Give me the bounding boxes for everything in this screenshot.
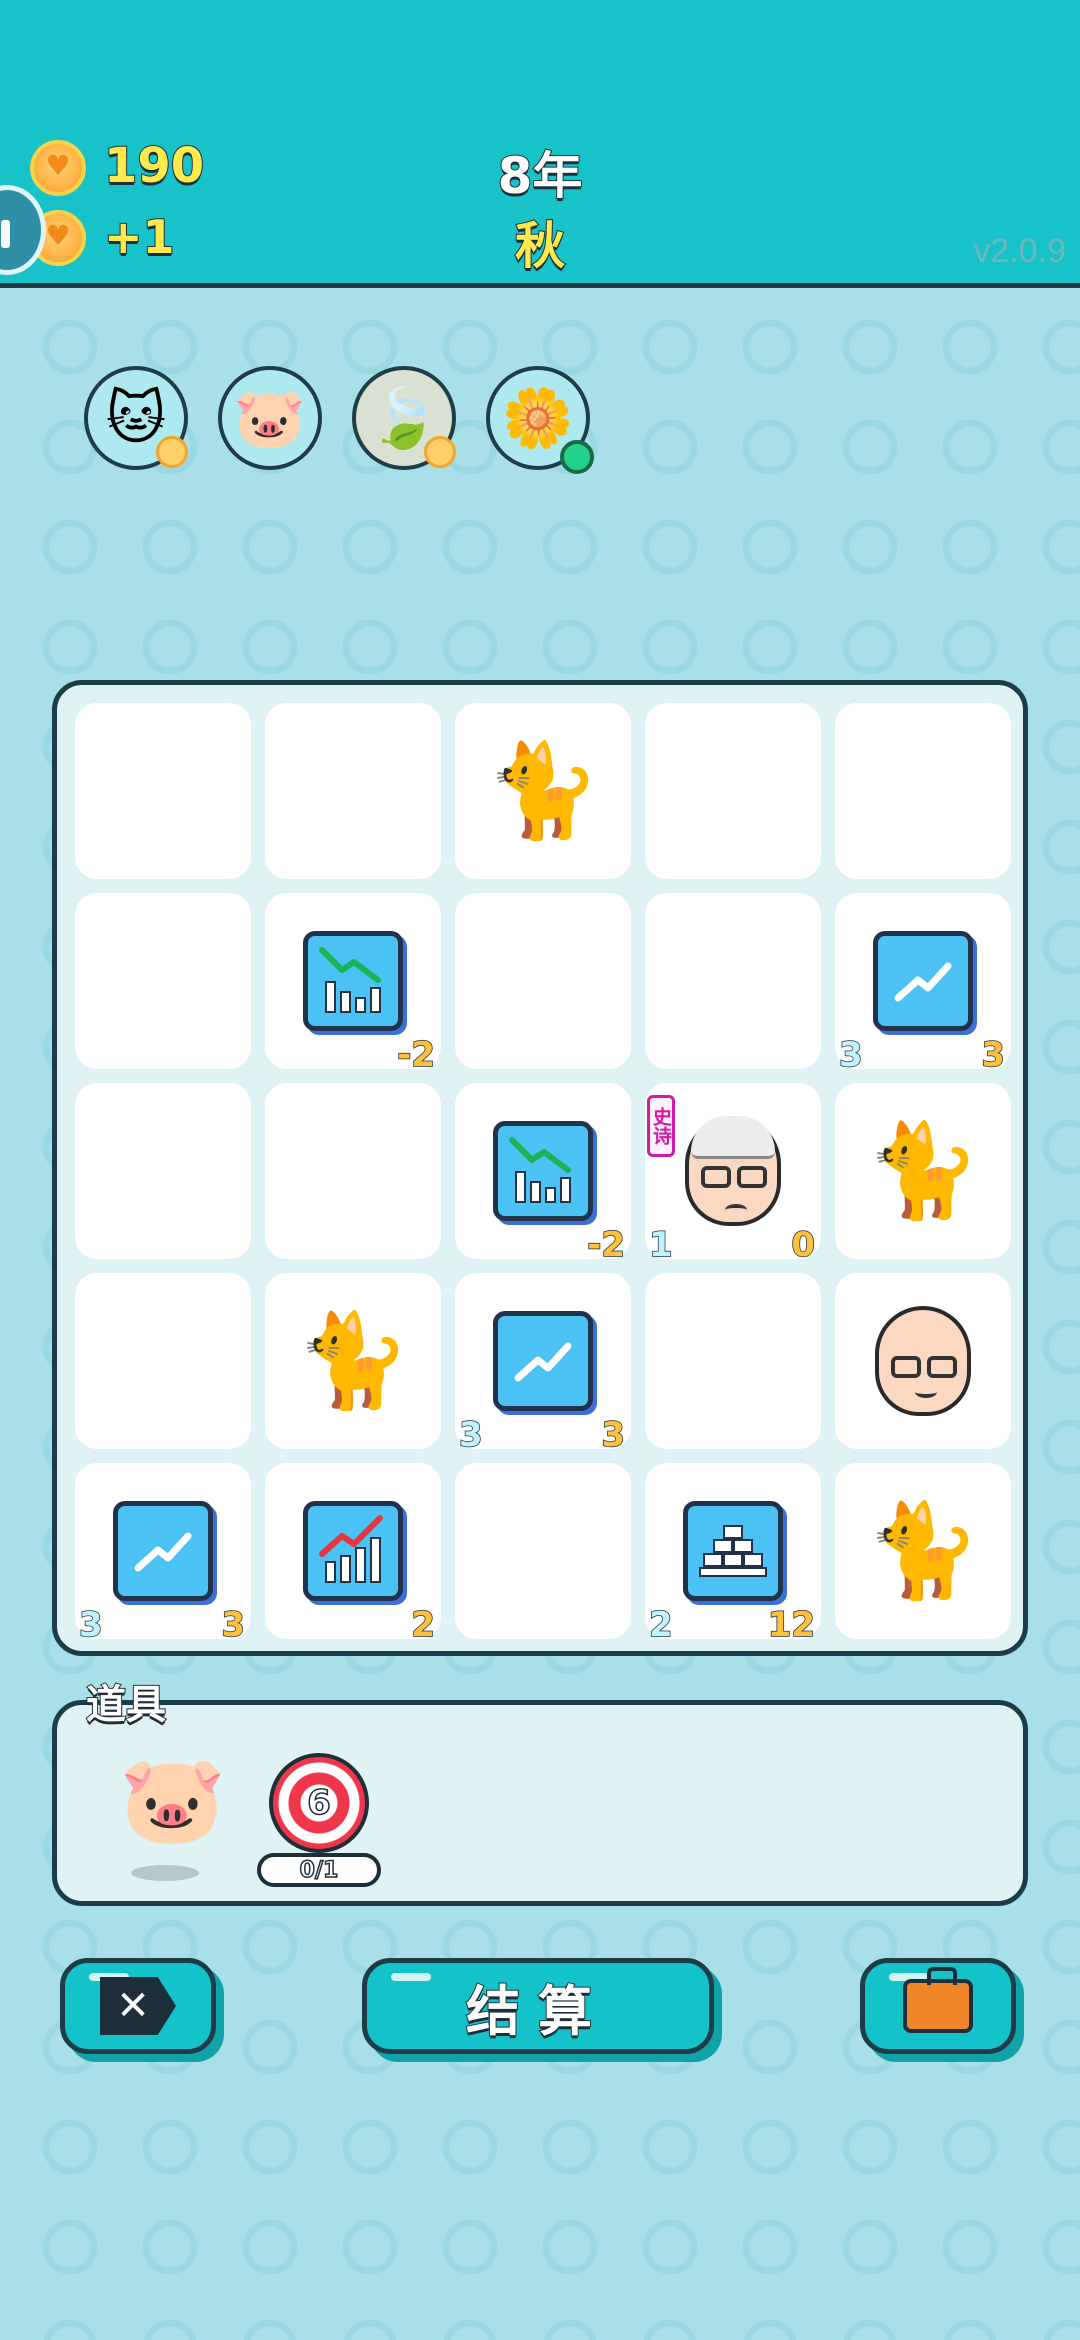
cell-count: 2	[648, 1604, 673, 1646]
board-cell[interactable]: 🐈	[835, 1463, 1011, 1639]
board-cell[interactable]: 🐈	[835, 1083, 1011, 1259]
items-title: 道具	[85, 1681, 167, 1729]
status-flower-pot[interactable]: 🌼	[486, 366, 594, 474]
old-man-icon	[685, 1116, 781, 1226]
cell-value: 2	[411, 1604, 436, 1646]
gold-bars-icon	[683, 1501, 783, 1601]
chart-down-icon	[493, 1121, 593, 1221]
board-cell[interactable]	[75, 1083, 251, 1259]
board-cell[interactable]	[835, 1273, 1011, 1449]
target-item-icon[interactable]: 6	[269, 1753, 369, 1853]
board-cell[interactable]: 2 12	[645, 1463, 821, 1646]
board-cell[interactable]	[265, 703, 441, 879]
top-bar: 190 +1 8年 秋 v2.0.9	[0, 0, 1080, 288]
chart-up-icon	[303, 1501, 403, 1601]
cell-value: -2	[396, 1034, 435, 1076]
board-cell[interactable]: -2	[265, 893, 441, 1076]
trend-up-icon	[873, 931, 973, 1031]
piggy-bank-item-icon[interactable]: 🐷	[119, 1749, 226, 1850]
green-dot-badge	[560, 440, 594, 474]
coin-badge-icon	[424, 436, 456, 468]
bag-button[interactable]	[860, 1958, 1016, 2054]
board-cell[interactable]	[645, 703, 821, 879]
settle-button-label: 结算	[465, 1979, 610, 2044]
board-cell[interactable]: 33	[455, 1273, 631, 1456]
board-cell[interactable]	[265, 1083, 441, 1259]
board-cell[interactable]: 33	[835, 893, 1011, 1076]
board-cell[interactable]	[645, 1273, 821, 1449]
status-piggy-bank[interactable]: 🐷	[218, 366, 322, 470]
settle-button[interactable]: 结算	[362, 1958, 714, 2054]
remove-tag-icon: ✕	[100, 1977, 176, 2035]
cat-icon: 🐈	[865, 1117, 981, 1224]
game-board: 🐈 -2 3 3 -2 史诗 1 0 🐈 🐈 3 3 3 3 2 2 12 🐈	[52, 680, 1028, 1656]
target-item-counter: 0/1	[257, 1853, 381, 1887]
board-cell[interactable]: 史诗 1 0	[645, 1083, 821, 1266]
cell-count: 1	[648, 1224, 673, 1266]
board-cell[interactable]	[75, 703, 251, 879]
cat-icon: 🐈	[865, 1497, 981, 1604]
cat-eating-icon: 🐱	[105, 384, 167, 452]
cell-value: 3	[601, 1414, 626, 1456]
cell-value: 3	[221, 1604, 246, 1646]
board-cell[interactable]	[75, 1273, 251, 1449]
cat-icon: 🐈	[295, 1307, 411, 1414]
cell-value: 0	[791, 1224, 816, 1266]
item-shadow	[131, 1865, 199, 1881]
year-label: 8年	[497, 146, 584, 206]
cat-icon: 🐈	[485, 737, 601, 844]
board-cell[interactable]: 2	[265, 1463, 441, 1646]
board-cell[interactable]	[75, 893, 251, 1069]
board-cell[interactable]	[645, 893, 821, 1069]
coin-badge-icon	[156, 436, 188, 468]
status-leaf[interactable]: 🍃	[352, 366, 456, 470]
cell-value: -2	[586, 1224, 625, 1266]
season-label: 秋	[514, 216, 566, 276]
bald-man-icon	[875, 1306, 971, 1416]
cell-value: 12	[767, 1604, 816, 1646]
trend-up-icon	[493, 1311, 593, 1411]
chart-down-icon	[303, 931, 403, 1031]
board-cell[interactable]	[455, 893, 631, 1069]
items-panel: 🐷 6 0/1	[52, 1700, 1028, 1906]
board-cell[interactable]: 🐈	[455, 703, 631, 879]
board-cell[interactable]: 🐈	[265, 1273, 441, 1449]
cell-count: 3	[838, 1034, 863, 1076]
version-label: v2.0.9	[973, 232, 1066, 270]
remove-button[interactable]: ✕	[60, 1958, 216, 2054]
board-cell[interactable]	[455, 1463, 631, 1639]
board-cell[interactable]: 33	[75, 1463, 251, 1646]
rarity-tag: 史诗	[647, 1095, 675, 1157]
status-cat-eating[interactable]: 🐱	[84, 366, 188, 470]
board-cell[interactable]: -2	[455, 1083, 631, 1266]
trend-up-icon	[113, 1501, 213, 1601]
board-cell[interactable]	[835, 703, 1011, 879]
cell-count: 3	[78, 1604, 103, 1646]
cell-value: 3	[981, 1034, 1006, 1076]
briefcase-icon	[903, 1967, 973, 2033]
piggy-bank-icon: 🐷	[233, 383, 307, 452]
flower-pot-icon: 🌼	[501, 383, 575, 452]
cell-count: 3	[458, 1414, 483, 1456]
